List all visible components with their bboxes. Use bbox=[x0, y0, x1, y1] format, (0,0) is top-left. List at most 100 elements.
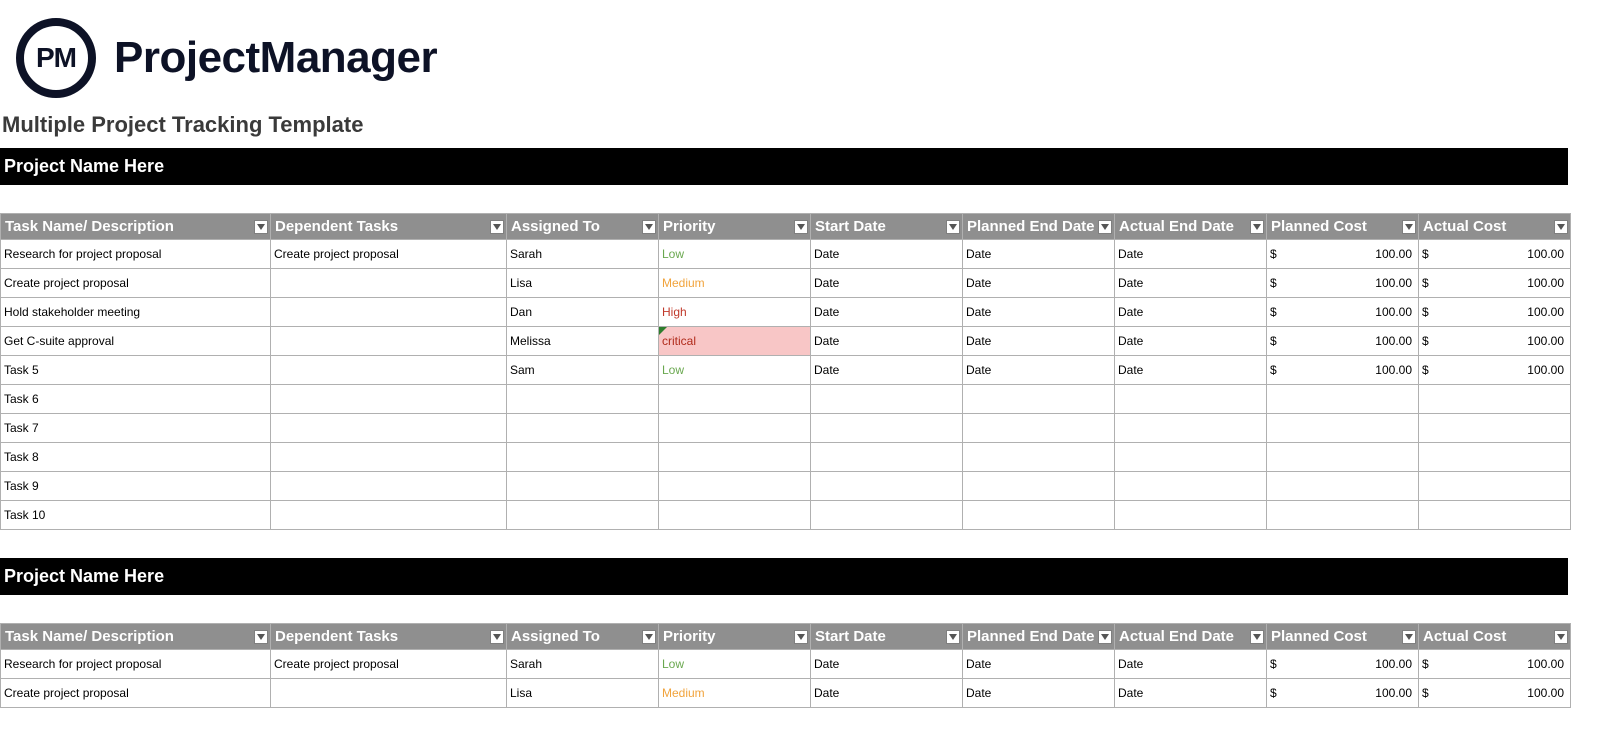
cell-actual-cost[interactable]: $100.00 bbox=[1419, 356, 1571, 385]
cell-actual-end-date[interactable] bbox=[1115, 501, 1267, 530]
cell-actual-end-date[interactable]: Date bbox=[1115, 356, 1267, 385]
cell-task[interactable]: Task 7 bbox=[1, 414, 271, 443]
column-header[interactable]: Start Date bbox=[811, 214, 963, 240]
cell-actual-cost[interactable] bbox=[1419, 385, 1571, 414]
cell-planned-cost[interactable]: $100.00 bbox=[1267, 679, 1419, 708]
cell-actual-end-date[interactable] bbox=[1115, 472, 1267, 501]
project-section-title[interactable]: Project Name Here bbox=[0, 558, 1568, 595]
cell-actual-cost[interactable]: $100.00 bbox=[1419, 298, 1571, 327]
cell-actual-end-date[interactable] bbox=[1115, 414, 1267, 443]
column-header[interactable]: Planned End Date bbox=[963, 624, 1115, 650]
cell-actual-cost[interactable]: $100.00 bbox=[1419, 679, 1571, 708]
cell-dependent[interactable]: Create project proposal bbox=[271, 240, 507, 269]
cell-dependent[interactable] bbox=[271, 298, 507, 327]
cell-task[interactable]: Hold stakeholder meeting bbox=[1, 298, 271, 327]
cell-planned-cost[interactable]: $100.00 bbox=[1267, 356, 1419, 385]
cell-priority[interactable] bbox=[659, 385, 811, 414]
cell-planned-cost[interactable]: $100.00 bbox=[1267, 269, 1419, 298]
cell-start-date[interactable]: Date bbox=[811, 650, 963, 679]
filter-dropdown-icon[interactable] bbox=[1554, 220, 1568, 234]
cell-actual-end-date[interactable]: Date bbox=[1115, 650, 1267, 679]
filter-dropdown-icon[interactable] bbox=[490, 630, 504, 644]
cell-actual-end-date[interactable]: Date bbox=[1115, 327, 1267, 356]
cell-priority[interactable] bbox=[659, 501, 811, 530]
cell-actual-cost[interactable]: $100.00 bbox=[1419, 240, 1571, 269]
filter-dropdown-icon[interactable] bbox=[254, 630, 268, 644]
cell-assigned[interactable]: Dan bbox=[507, 298, 659, 327]
column-header[interactable]: Priority bbox=[659, 624, 811, 650]
cell-task[interactable]: Task 10 bbox=[1, 501, 271, 530]
cell-planned-end-date[interactable]: Date bbox=[963, 240, 1115, 269]
cell-actual-cost[interactable] bbox=[1419, 443, 1571, 472]
filter-dropdown-icon[interactable] bbox=[794, 630, 808, 644]
cell-assigned[interactable] bbox=[507, 472, 659, 501]
cell-dependent[interactable] bbox=[271, 443, 507, 472]
cell-dependent[interactable] bbox=[271, 269, 507, 298]
cell-start-date[interactable]: Date bbox=[811, 240, 963, 269]
cell-start-date[interactable] bbox=[811, 501, 963, 530]
cell-start-date[interactable]: Date bbox=[811, 679, 963, 708]
column-header[interactable]: Planned Cost bbox=[1267, 214, 1419, 240]
cell-assigned[interactable]: Sam bbox=[507, 356, 659, 385]
cell-actual-cost[interactable]: $100.00 bbox=[1419, 269, 1571, 298]
cell-planned-cost[interactable] bbox=[1267, 501, 1419, 530]
cell-planned-end-date[interactable] bbox=[963, 414, 1115, 443]
column-header[interactable]: Task Name/ Description bbox=[1, 214, 271, 240]
cell-start-date[interactable]: Date bbox=[811, 327, 963, 356]
cell-planned-end-date[interactable]: Date bbox=[963, 356, 1115, 385]
cell-dependent[interactable] bbox=[271, 414, 507, 443]
filter-dropdown-icon[interactable] bbox=[1098, 220, 1112, 234]
cell-planned-end-date[interactable] bbox=[963, 501, 1115, 530]
cell-planned-end-date[interactable] bbox=[963, 472, 1115, 501]
cell-priority[interactable]: High bbox=[659, 298, 811, 327]
cell-actual-end-date[interactable]: Date bbox=[1115, 298, 1267, 327]
cell-planned-end-date[interactable]: Date bbox=[963, 679, 1115, 708]
cell-actual-cost[interactable]: $100.00 bbox=[1419, 650, 1571, 679]
cell-planned-cost[interactable]: $100.00 bbox=[1267, 650, 1419, 679]
cell-planned-cost[interactable]: $100.00 bbox=[1267, 298, 1419, 327]
cell-actual-cost[interactable] bbox=[1419, 472, 1571, 501]
cell-assigned[interactable]: Sarah bbox=[507, 650, 659, 679]
filter-dropdown-icon[interactable] bbox=[1402, 220, 1416, 234]
filter-dropdown-icon[interactable] bbox=[946, 220, 960, 234]
cell-priority[interactable] bbox=[659, 443, 811, 472]
cell-planned-end-date[interactable]: Date bbox=[963, 327, 1115, 356]
cell-planned-cost[interactable] bbox=[1267, 414, 1419, 443]
cell-planned-cost[interactable] bbox=[1267, 472, 1419, 501]
cell-planned-cost[interactable] bbox=[1267, 443, 1419, 472]
cell-task[interactable]: Task 5 bbox=[1, 356, 271, 385]
cell-planned-end-date[interactable]: Date bbox=[963, 269, 1115, 298]
cell-actual-end-date[interactable]: Date bbox=[1115, 269, 1267, 298]
cell-actual-cost[interactable] bbox=[1419, 501, 1571, 530]
cell-priority[interactable]: Low bbox=[659, 650, 811, 679]
column-header[interactable]: Assigned To bbox=[507, 624, 659, 650]
column-header[interactable]: Assigned To bbox=[507, 214, 659, 240]
cell-actual-end-date[interactable] bbox=[1115, 385, 1267, 414]
column-header[interactable]: Actual Cost bbox=[1419, 214, 1571, 240]
cell-planned-cost[interactable]: $100.00 bbox=[1267, 240, 1419, 269]
cell-planned-end-date[interactable]: Date bbox=[963, 298, 1115, 327]
cell-start-date[interactable] bbox=[811, 443, 963, 472]
cell-assigned[interactable] bbox=[507, 385, 659, 414]
cell-task[interactable]: Task 9 bbox=[1, 472, 271, 501]
cell-assigned[interactable] bbox=[507, 414, 659, 443]
column-header[interactable]: Dependent Tasks bbox=[271, 214, 507, 240]
cell-priority[interactable]: Medium bbox=[659, 679, 811, 708]
column-header[interactable]: Planned Cost bbox=[1267, 624, 1419, 650]
cell-planned-end-date[interactable]: Date bbox=[963, 650, 1115, 679]
filter-dropdown-icon[interactable] bbox=[1402, 630, 1416, 644]
filter-dropdown-icon[interactable] bbox=[490, 220, 504, 234]
column-header[interactable]: Start Date bbox=[811, 624, 963, 650]
filter-dropdown-icon[interactable] bbox=[642, 630, 656, 644]
cell-actual-end-date[interactable]: Date bbox=[1115, 240, 1267, 269]
cell-task[interactable]: Create project proposal bbox=[1, 679, 271, 708]
cell-assigned[interactable] bbox=[507, 501, 659, 530]
cell-task[interactable]: Research for project proposal bbox=[1, 240, 271, 269]
cell-priority[interactable] bbox=[659, 414, 811, 443]
cell-actual-end-date[interactable] bbox=[1115, 443, 1267, 472]
filter-dropdown-icon[interactable] bbox=[1250, 220, 1264, 234]
cell-dependent[interactable] bbox=[271, 501, 507, 530]
filter-dropdown-icon[interactable] bbox=[254, 220, 268, 234]
cell-priority[interactable]: Low bbox=[659, 356, 811, 385]
cell-dependent[interactable] bbox=[271, 679, 507, 708]
